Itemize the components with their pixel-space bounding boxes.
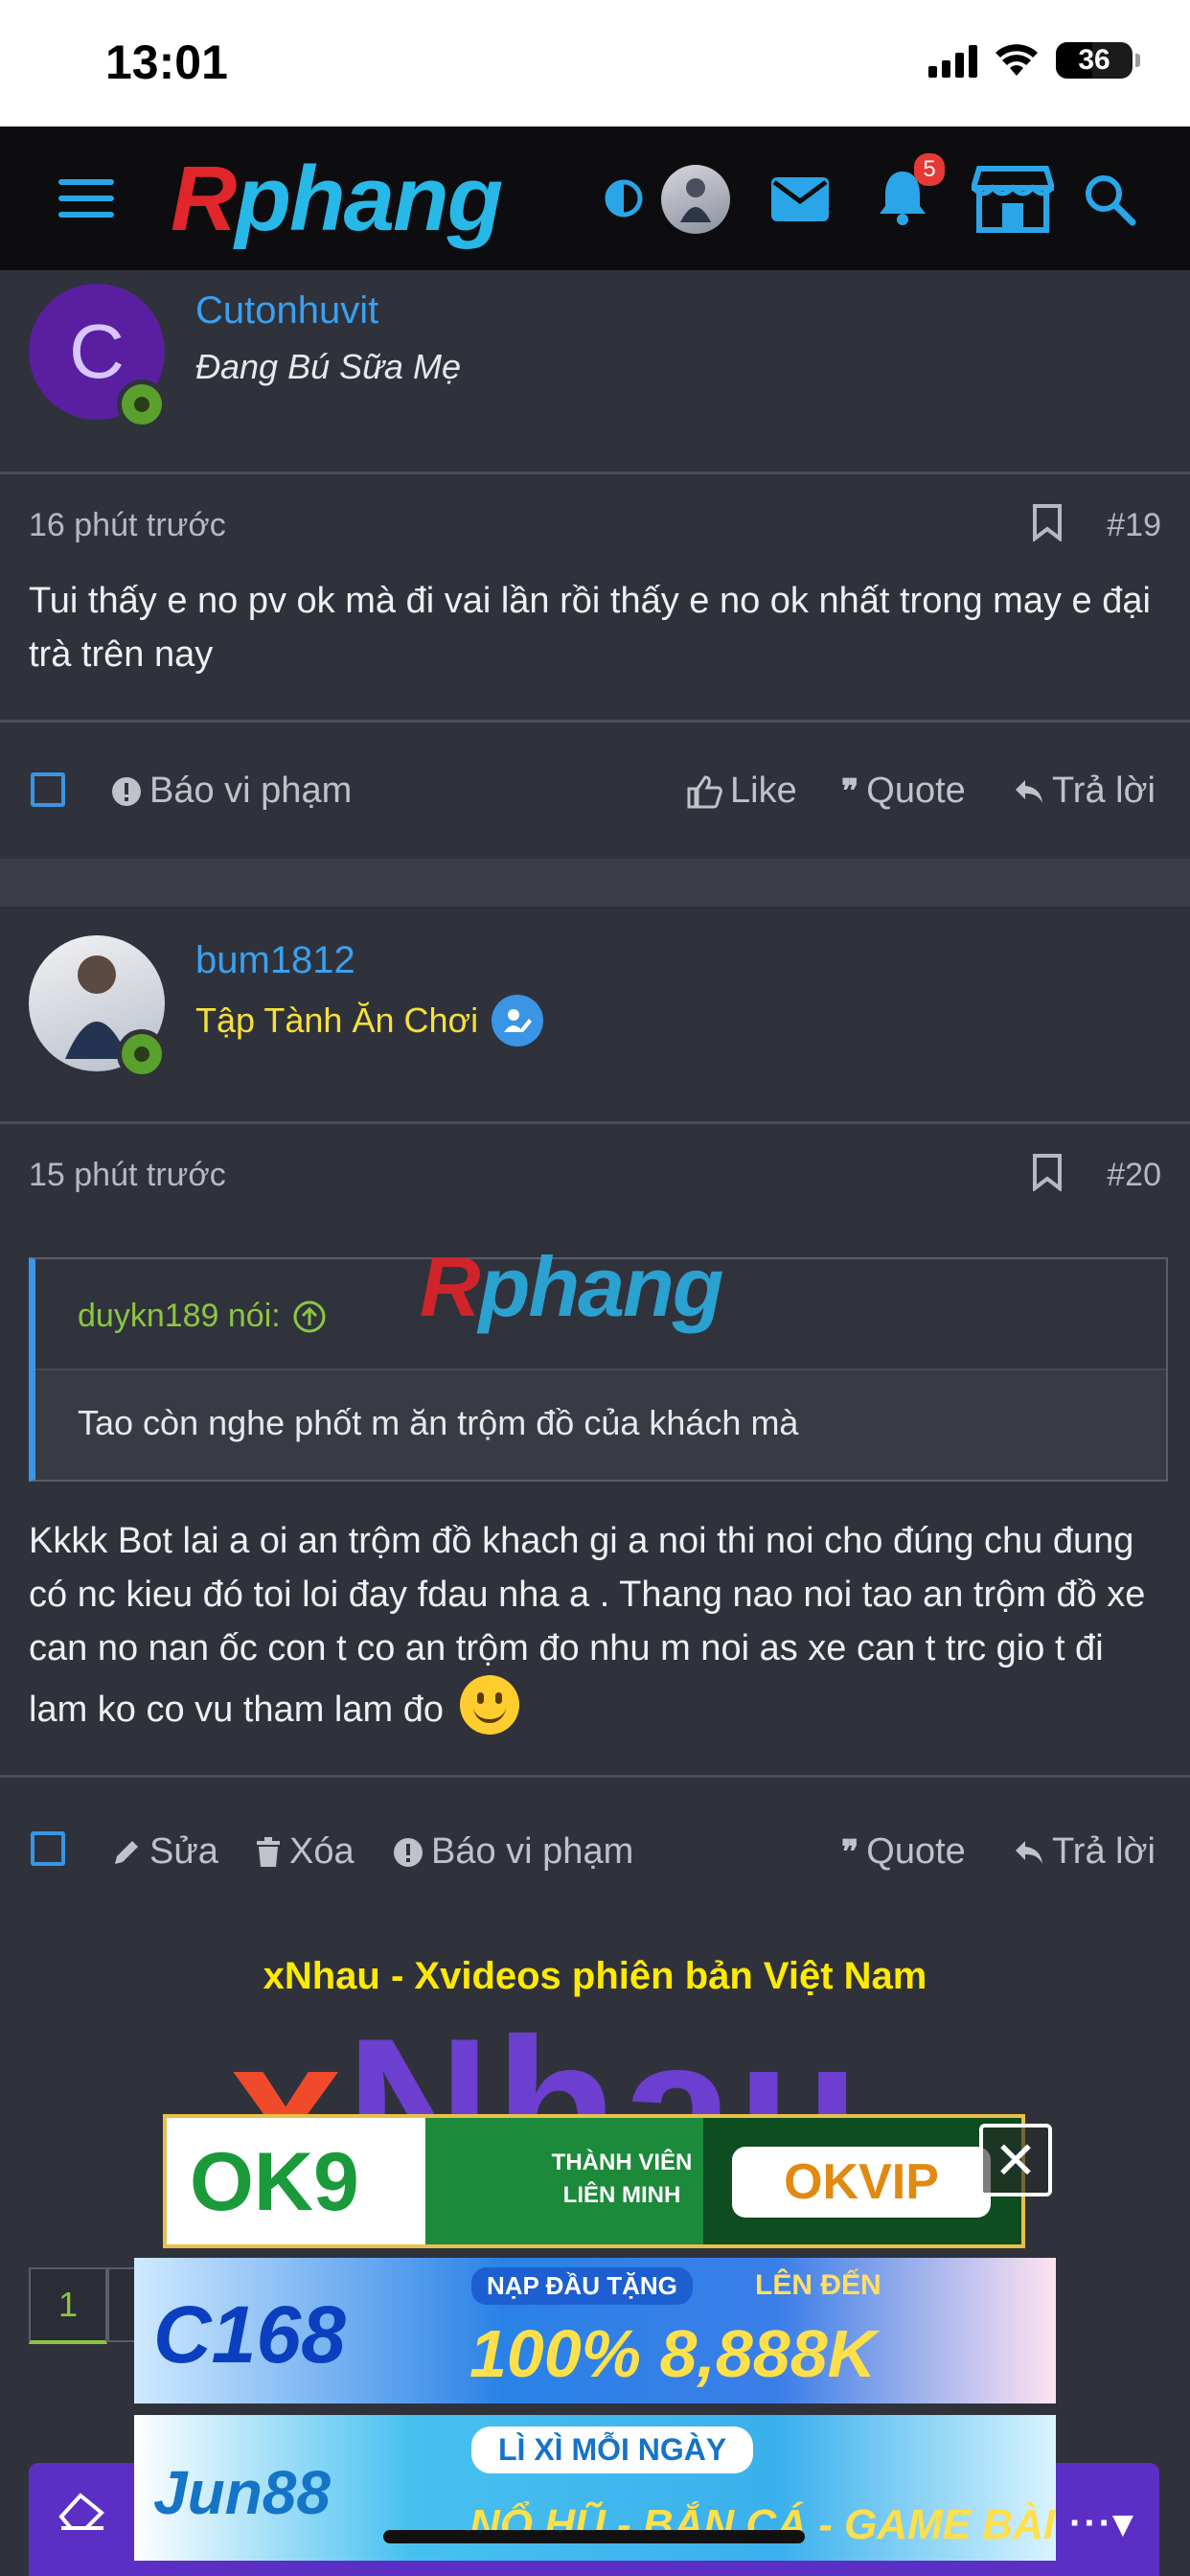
more-options-icon[interactable]: ···▾ bbox=[1069, 2501, 1134, 2545]
select-checkbox[interactable] bbox=[31, 772, 65, 807]
mail-icon[interactable] bbox=[767, 172, 834, 226]
warning-icon bbox=[112, 776, 141, 806]
theme-toggle-icon[interactable] bbox=[602, 176, 646, 220]
page-1-button[interactable]: 1 bbox=[29, 2267, 107, 2344]
ad-brand: C168 bbox=[153, 2289, 346, 2380]
post-content: Tui thấy e no pv ok mà đi vai lần rồi th… bbox=[29, 581, 1151, 675]
reply-button[interactable]: Trả lời bbox=[1014, 1831, 1156, 1873]
battery-level: 36 bbox=[1078, 44, 1110, 76]
user-avatar[interactable] bbox=[661, 165, 730, 234]
site-watermark: Rphang bbox=[420, 1239, 724, 1334]
bell-icon[interactable]: 5 bbox=[874, 153, 945, 230]
status-time: 13:01 bbox=[105, 35, 228, 89]
thumbs-up-icon bbox=[687, 774, 722, 808]
username[interactable]: bum1812 bbox=[195, 939, 355, 982]
post-number[interactable]: #20 bbox=[1107, 1157, 1161, 1194]
ad-brand: OK9 bbox=[190, 2136, 359, 2228]
quote-button[interactable]: ❞ Quote bbox=[841, 770, 966, 812]
quote-icon: ❞ bbox=[841, 772, 859, 810]
promo-title[interactable]: xNhau - Xvideos phiên bản Việt Nam bbox=[0, 1955, 1190, 1998]
pencil-icon bbox=[115, 1840, 138, 1864]
post-actions: Báo vi phạm Like ❞ Quote Trả lời bbox=[0, 720, 1190, 859]
delete-button[interactable]: Xóa bbox=[255, 1831, 355, 1873]
close-ad-button[interactable]: ✕ bbox=[979, 2124, 1052, 2196]
bookmark-icon[interactable] bbox=[1031, 503, 1064, 546]
arrow-up-circle-icon bbox=[293, 1300, 326, 1332]
status-bar: 13:01 36 bbox=[0, 0, 1190, 126]
verified-edit-icon bbox=[492, 995, 544, 1046]
post-number[interactable]: #19 bbox=[1107, 507, 1161, 544]
username[interactable]: Cutonhuvit bbox=[195, 289, 378, 333]
ad-banner-ok9[interactable]: OK9 THÀNH VIÊN LIÊN MINH OKVIP bbox=[163, 2114, 1025, 2248]
post-time[interactable]: 15 phút trước bbox=[29, 1157, 226, 1194]
ad-tag: NẠP ĐẦU TẶNG bbox=[471, 2267, 693, 2305]
top-nav: Rphang 5 bbox=[0, 126, 1190, 270]
site-logo[interactable]: Rphang bbox=[171, 153, 503, 245]
online-status-icon bbox=[117, 1029, 167, 1079]
quote-text: Tao còn nghe phốt m ăn trộm đồ của khách… bbox=[78, 1403, 799, 1442]
notification-badge: 5 bbox=[914, 153, 945, 186]
shop-icon[interactable] bbox=[970, 163, 1056, 236]
edit-button[interactable]: Sửa bbox=[111, 1831, 218, 1873]
home-indicator bbox=[383, 2530, 805, 2543]
menu-icon[interactable] bbox=[56, 172, 117, 224]
post-time[interactable]: 16 phút trước bbox=[29, 507, 226, 544]
ad-tag: LÌ XÌ MỖI NGÀY bbox=[471, 2426, 754, 2473]
reply-icon bbox=[1016, 779, 1042, 803]
quote-icon: ❞ bbox=[841, 1833, 859, 1871]
post-user-header: bum1812 Tập Tành Ăn Chơi bbox=[0, 907, 1190, 1124]
search-icon[interactable] bbox=[1081, 171, 1138, 228]
post-19: C Cutonhuvit Đang Bú Sữa Mẹ 16 phút trướ… bbox=[0, 270, 1190, 859]
quote-author[interactable]: duykn189 nói: bbox=[78, 1298, 327, 1335]
smile-emoji-icon bbox=[459, 1675, 519, 1735]
post-actions: Sửa Xóa Báo vi phạm ❞ Quote Trả lời bbox=[0, 1775, 1190, 1920]
ad-brand: Jun88 bbox=[153, 2458, 331, 2527]
warning-icon bbox=[394, 1837, 423, 1867]
post-user-header: C Cutonhuvit Đang Bú Sữa Mẹ bbox=[0, 270, 1190, 474]
post-meta: 16 phút trước #19 bbox=[0, 474, 1190, 574]
ad-partner: OKVIP bbox=[732, 2147, 991, 2218]
ad-offer: 100% 8,888K bbox=[469, 2316, 877, 2391]
wifi-icon bbox=[995, 44, 1038, 76]
post-content: Kkkk Bot lai a oi an trộm đồ khach gi a … bbox=[0, 1514, 1190, 1736]
post-20: bum1812 Tập Tành Ăn Chơi 15 phút trước #… bbox=[0, 907, 1190, 1917]
status-icons: 36 bbox=[928, 42, 1140, 79]
user-title: Tập Tành Ăn Chơi bbox=[195, 1000, 479, 1040]
reply-button[interactable]: Trả lời bbox=[1014, 770, 1156, 812]
report-button[interactable]: Báo vi phạm bbox=[111, 770, 352, 812]
reply-icon bbox=[1016, 1840, 1042, 1864]
quote-button[interactable]: ❞ Quote bbox=[841, 1831, 966, 1873]
bookmark-icon[interactable] bbox=[1031, 1153, 1064, 1196]
post-meta: 15 phút trước #20 bbox=[0, 1124, 1190, 1224]
online-status-icon bbox=[117, 380, 167, 429]
report-button[interactable]: Báo vi phạm bbox=[393, 1831, 633, 1873]
like-button[interactable]: Like bbox=[686, 770, 797, 812]
eraser-icon[interactable] bbox=[57, 2488, 107, 2535]
user-title: Đang Bú Sữa Mẹ bbox=[195, 347, 461, 386]
trash-icon bbox=[257, 1836, 280, 1867]
battery-icon: 36 bbox=[1056, 42, 1140, 79]
ad-banner-c168[interactable]: C168 NẠP ĐẦU TẶNG LÊN ĐẾN 100% 8,888K bbox=[134, 2258, 1056, 2404]
ad-tag: THÀNH VIÊN LIÊN MINH bbox=[551, 2150, 693, 2208]
select-checkbox[interactable] bbox=[31, 1831, 65, 1866]
ad-note: LÊN ĐẾN bbox=[755, 2269, 881, 2301]
user-title-wrap: Tập Tành Ăn Chơi bbox=[195, 995, 544, 1046]
signal-icon bbox=[928, 43, 977, 78]
quote-body: Tao còn nghe phốt m ăn trộm đồ của khách… bbox=[35, 1368, 1166, 1480]
